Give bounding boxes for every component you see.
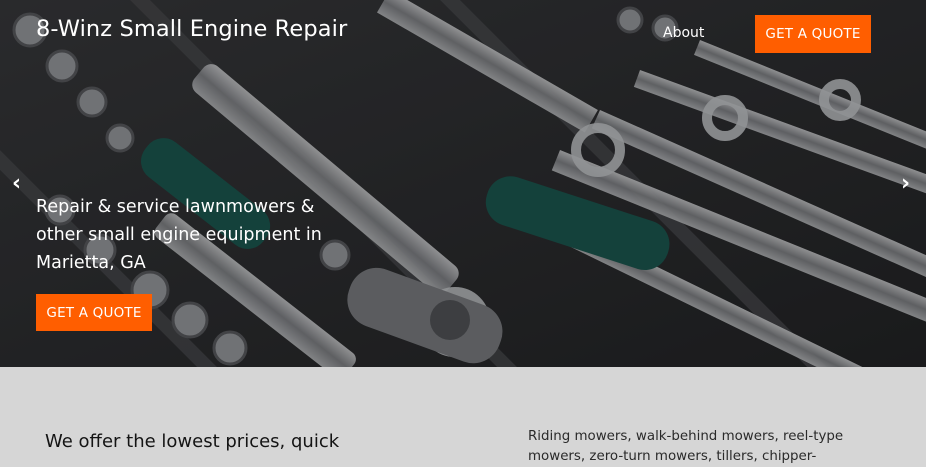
slider-next-arrow-icon[interactable]: › [901, 172, 910, 196]
site-title[interactable]: 8-Winz Small Engine Repair [36, 16, 347, 42]
nav-about-link[interactable]: About [663, 25, 704, 41]
intro-heading: We offer the lowest prices, quick [45, 431, 340, 452]
intro-section: We offer the lowest prices, quick Riding… [0, 367, 926, 464]
services-paragraph: Riding mowers, walk-behind mowers, reel-… [528, 429, 844, 464]
hero-section: 8-Winz Small Engine Repair About GET A Q… [0, 0, 926, 367]
slider-prev-arrow-icon[interactable]: ‹ [12, 172, 21, 196]
header-quote-button[interactable]: GET A QUOTE [755, 15, 871, 53]
hero-quote-button[interactable]: GET A QUOTE [36, 294, 152, 331]
hero-tagline: Repair & service lawnmowers & other smal… [36, 197, 322, 273]
